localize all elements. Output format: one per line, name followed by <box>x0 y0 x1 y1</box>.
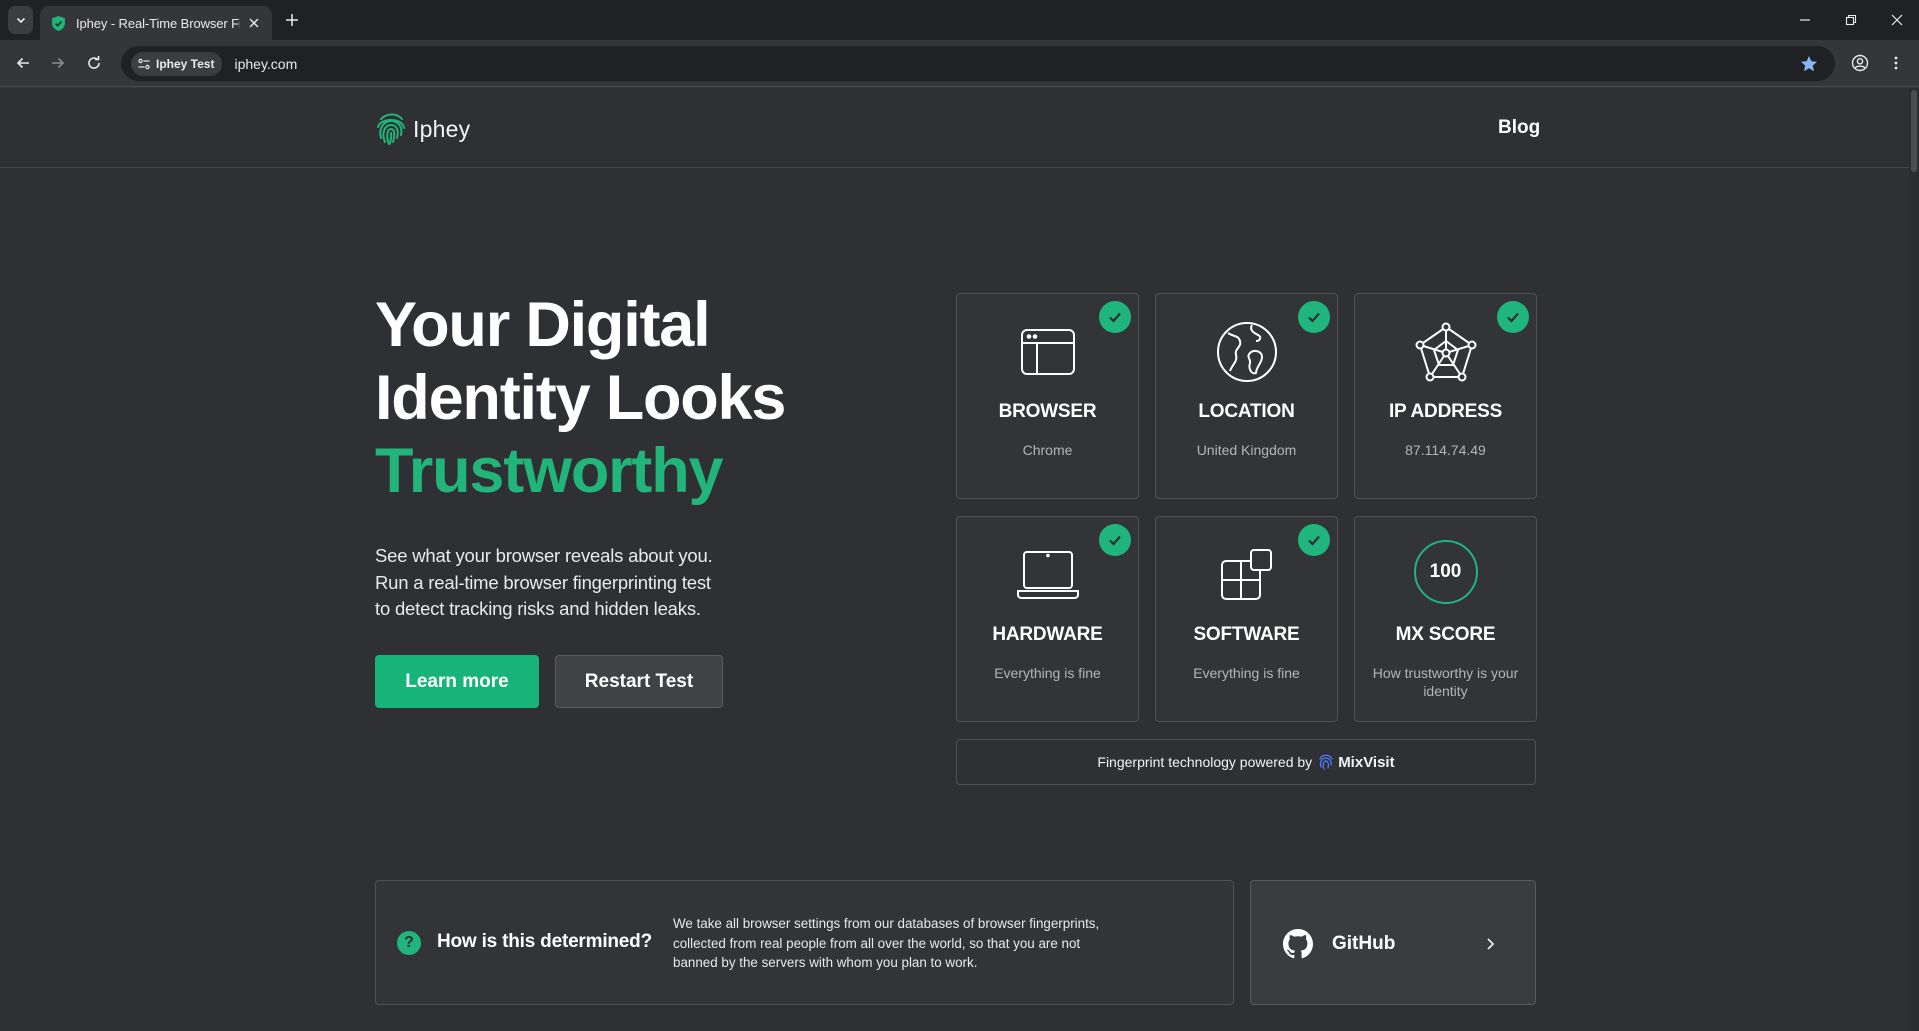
site-header: Iphey Blog <box>0 88 1909 168</box>
powered-by-bar: Fingerprint technology powered by MixVis… <box>956 739 1536 785</box>
site-info-chip[interactable]: Iphey Test <box>131 51 223 76</box>
profile-button[interactable] <box>1848 51 1872 75</box>
blog-link[interactable]: Blog <box>1498 117 1540 139</box>
check-icon <box>1497 301 1529 333</box>
arrow-left-icon <box>16 57 29 69</box>
hero-description: See what your browser reveals about you.… <box>375 543 775 623</box>
browser-toolbar: Iphey Test iphey.com <box>0 40 1919 87</box>
mx-score-card[interactable]: 100 MX SCORE How trustworthy is your ide… <box>1354 516 1537 722</box>
site-settings-icon <box>138 58 150 69</box>
minimize-button[interactable] <box>1791 8 1819 32</box>
address-bar[interactable]: Iphey Test iphey.com <box>121 46 1835 81</box>
question-icon: ? <box>397 931 421 955</box>
software-card[interactable]: SOFTWARE Everything is fine <box>1155 516 1338 722</box>
card-title: MX SCORE <box>1395 624 1496 645</box>
hero-title-line-2: Identity Looks <box>375 363 786 433</box>
forward-button[interactable] <box>46 51 70 75</box>
close-window-button[interactable] <box>1883 8 1911 32</box>
check-icon <box>1099 524 1131 556</box>
github-link[interactable]: GitHub <box>1250 880 1536 1005</box>
card-value: United Kingdom <box>1196 442 1297 458</box>
restart-test-button[interactable]: Restart Test <box>555 655 723 708</box>
hero-desc-line-3: to detect tracking risks and hidden leak… <box>375 598 701 619</box>
card-value: Everything is fine <box>1193 665 1300 681</box>
hero-desc-line-2: Run a real-time browser fingerprinting t… <box>375 571 711 593</box>
check-icon <box>1298 301 1330 333</box>
tab-close-icon[interactable] <box>246 15 262 31</box>
chevron-down-icon <box>16 17 25 24</box>
browser-card[interactable]: BROWSER Chrome <box>956 293 1139 499</box>
hardware-card[interactable]: HARDWARE Everything is fine <box>956 516 1139 722</box>
score-ring: 100 <box>1413 540 1478 604</box>
scrollbar-thumb[interactable] <box>1911 90 1917 172</box>
learn-more-button[interactable]: Learn more <box>375 655 539 708</box>
tab-title: Iphey - Real-Time Browser Fingerprint Te… <box>76 15 240 31</box>
card-title: BROWSER <box>998 401 1097 422</box>
laptop-icon <box>1016 543 1080 607</box>
globe-icon <box>1215 320 1279 384</box>
mixvisit-fingerprint-icon <box>1319 754 1333 770</box>
card-title: LOCATION <box>1198 401 1295 422</box>
logo-text: Iphey <box>413 115 471 142</box>
hero-title: Your Digital Identity Looks Trustworthy <box>375 289 895 508</box>
url-text[interactable]: iphey.com <box>234 56 297 72</box>
plus-icon <box>286 14 298 26</box>
site-logo[interactable]: Iphey <box>375 109 470 149</box>
check-icon <box>1298 524 1330 556</box>
card-value: 87.114.74.49 <box>1405 442 1486 458</box>
ip-address-card[interactable]: IP ADDRESS 87.114.74.49 <box>1354 293 1537 499</box>
hero-title-line-1: Your Digital <box>375 290 711 360</box>
github-label: GitHub <box>1332 933 1396 954</box>
minimize-icon <box>1800 19 1810 21</box>
card-title: HARDWARE <box>992 624 1103 645</box>
card-title: SOFTWARE <box>1193 624 1300 645</box>
app-blocks-icon <box>1215 543 1279 607</box>
site-chip-label: Iphey Test <box>156 56 215 71</box>
check-icon <box>1099 301 1131 333</box>
new-tab-button[interactable] <box>282 9 302 31</box>
close-icon <box>1891 14 1903 26</box>
kebab-menu-icon <box>1894 56 1898 70</box>
github-icon <box>1283 929 1313 959</box>
page: Iphey Blog Your Digital Identity Looks T… <box>0 88 1919 1031</box>
active-tab[interactable]: Iphey - Real-Time Browser Fingerprint Te… <box>40 6 272 40</box>
restore-button[interactable] <box>1837 8 1865 32</box>
reload-icon <box>88 56 100 69</box>
hero-title-highlight: Trustworthy <box>375 436 724 506</box>
location-card[interactable]: LOCATION United Kingdom <box>1155 293 1338 499</box>
back-button[interactable] <box>11 51 35 75</box>
mixvisit-link[interactable]: MixVisit <box>1318 753 1395 771</box>
how-determined-text: We take all browser settings from our da… <box>673 916 1100 970</box>
card-title: IP ADDRESS <box>1388 401 1503 422</box>
page-scrollbar[interactable] <box>1909 88 1919 1031</box>
card-value: Chrome <box>1022 442 1073 458</box>
tab-strip: Iphey - Real-Time Browser Fingerprint Te… <box>0 0 1919 40</box>
card-value: How trustworthy is your identity <box>1372 665 1519 699</box>
browser-window-icon <box>1016 320 1080 384</box>
card-value: Everything is fine <box>994 665 1101 681</box>
how-determined-box: ? How is this determined? We take all br… <box>375 880 1234 1005</box>
browser-menu-button[interactable] <box>1886 51 1906 75</box>
chevron-right-icon <box>1487 938 1495 950</box>
powered-by-text: Fingerprint technology powered by <box>1097 754 1313 770</box>
shield-favicon-icon <box>52 15 65 31</box>
mixvisit-brand: MixVisit <box>1338 753 1395 771</box>
arrow-right-icon <box>52 57 65 69</box>
hero-desc-line-1: See what your browser reveals about you. <box>375 545 713 566</box>
restore-icon <box>1845 14 1857 26</box>
tab-search-button[interactable] <box>8 6 33 34</box>
how-determined-title: How is this determined? <box>437 931 652 952</box>
reload-button[interactable] <box>82 51 106 75</box>
account-icon <box>1851 54 1869 72</box>
network-nodes-icon <box>1414 320 1478 384</box>
fingerprint-logo-icon <box>377 113 405 145</box>
bookmark-star-icon[interactable] <box>1799 54 1819 74</box>
